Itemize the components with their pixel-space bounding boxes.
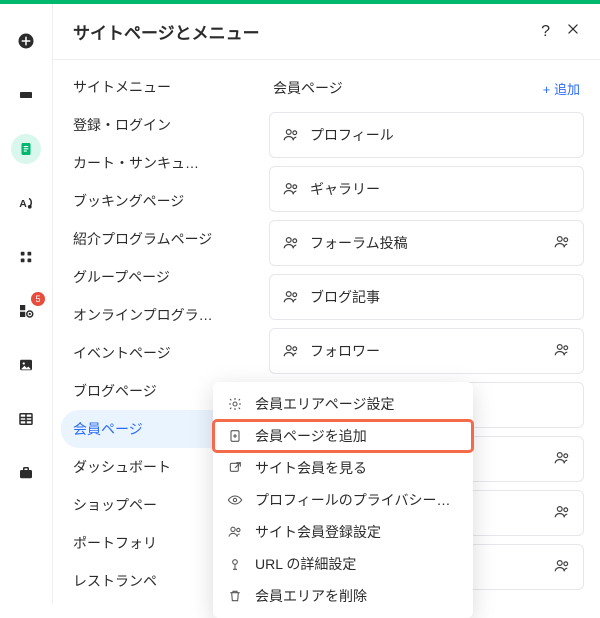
sidebar-item-label: ブログページ [73, 381, 157, 401]
ctx-item-label: 会員エリアページ設定 [255, 394, 394, 414]
table-icon [17, 410, 35, 428]
rail-pages-button[interactable] [11, 134, 41, 164]
page-card[interactable]: プロフィール [269, 112, 584, 158]
panel-header-actions: ? [541, 22, 580, 41]
sidebar-item-label: イベントページ [73, 343, 171, 363]
sidebar-item-event[interactable]: イベントページ [53, 334, 253, 372]
rail-settings-button[interactable]: 5 [11, 296, 41, 326]
app-root: A 5 サイトページとメニュー ? [0, 4, 600, 604]
plus-circle-icon [17, 32, 35, 50]
left-rail: A 5 [0, 4, 52, 604]
ctx-item-label: URL の詳細設定 [255, 554, 356, 574]
page-card[interactable]: フォーラム投稿 [269, 220, 584, 266]
ctx-item-gear[interactable]: 会員エリアページ設定 [213, 388, 473, 420]
puzzle-gear-icon [17, 302, 35, 320]
page-card-label: フォロワー [310, 341, 380, 361]
ctx-item-label: サイト会員を見る [255, 458, 367, 478]
sidebar-item-booking[interactable]: ブッキングページ [53, 182, 253, 220]
sidebar-item-cart-thankyou[interactable]: カート・サンキュ… [53, 144, 253, 182]
card-icon [17, 86, 35, 104]
ctx-item-page-add[interactable]: 会員ページを追加 [213, 420, 473, 452]
ctx-item-eye[interactable]: プロフィールのプライバシー… [213, 484, 473, 516]
ctx-item-link[interactable]: URL の詳細設定 [213, 548, 473, 580]
rail-card-button[interactable] [11, 80, 41, 110]
image-icon [17, 356, 35, 374]
content-title: 会員ページ [273, 78, 343, 98]
design-icon: A [17, 194, 35, 212]
page-card-label: ブログ記事 [310, 287, 380, 307]
ctx-item-label: 会員エリアを削除 [255, 586, 367, 606]
users-icon [282, 234, 300, 252]
svg-text:A: A [19, 198, 27, 210]
sidebar-item-label: 登録・ログイン [73, 115, 171, 135]
more-icon[interactable] [553, 503, 571, 521]
users-icon [282, 342, 300, 360]
page-icon [17, 140, 35, 158]
more-icon[interactable] [553, 557, 571, 575]
sidebar-item-label: カート・サンキュ… [73, 153, 199, 173]
panel-header: サイトページとメニュー ? [53, 4, 600, 60]
page-card[interactable]: ブログ記事 [269, 274, 584, 320]
eye-icon [227, 492, 243, 508]
sidebar-item-label: 会員ページ [73, 419, 143, 439]
more-icon[interactable] [553, 449, 571, 467]
external-icon [227, 460, 243, 476]
more-icon[interactable] [553, 341, 571, 359]
sidebar-item-label: ダッシュボート [73, 457, 171, 477]
sidebar-item-label: ショップペー [73, 495, 157, 515]
content-header: 会員ページ + 追加 [269, 74, 584, 112]
sidebar-item-group[interactable]: グループページ [53, 258, 253, 296]
users-icon [282, 180, 300, 198]
more-icon[interactable] [553, 233, 571, 251]
rail-design-button[interactable]: A [11, 188, 41, 218]
rail-table-button[interactable] [11, 404, 41, 434]
ctx-item-label: サイト会員登録設定 [255, 522, 381, 542]
sidebar-item-label: ポートフォリ [73, 533, 157, 553]
rail-settings-badge: 5 [31, 292, 45, 306]
rail-business-button[interactable] [11, 458, 41, 488]
sidebar-item-label: グループページ [73, 267, 170, 287]
rail-add-button[interactable] [11, 26, 41, 56]
ctx-item-trash[interactable]: 会員エリアを削除 [213, 580, 473, 612]
briefcase-icon [17, 464, 35, 482]
users-icon [227, 524, 243, 540]
close-button[interactable] [566, 22, 580, 41]
sidebar-item-signup-login[interactable]: 登録・ログイン [53, 106, 253, 144]
page-card-label: プロフィール [310, 125, 394, 145]
close-icon [566, 22, 580, 36]
grid-icon [17, 248, 35, 266]
ctx-item-external[interactable]: サイト会員を見る [213, 452, 473, 484]
page-card-label: ギャラリー [310, 179, 380, 199]
context-menu: 会員エリアページ設定会員ページを追加サイト会員を見るプロフィールのプライバシー…… [213, 382, 473, 618]
sidebar-item-label: オンラインプログラ… [73, 305, 213, 325]
link-icon [227, 556, 243, 572]
help-button[interactable]: ? [541, 23, 550, 41]
sidebar-item-referral[interactable]: 紹介プログラムページ [53, 220, 253, 258]
users-icon [282, 288, 300, 306]
sidebar-item-label: レストランペ [73, 571, 157, 591]
page-add-icon [227, 428, 243, 444]
users-icon [282, 126, 300, 144]
add-page-link[interactable]: + 追加 [543, 79, 580, 98]
sidebar-item-site-menu[interactable]: サイトメニュー [53, 68, 253, 106]
ctx-item-label: 会員ページを追加 [255, 426, 367, 446]
rail-apps-button[interactable] [11, 242, 41, 272]
gear-icon [227, 396, 243, 412]
panel-title: サイトページとメニュー [73, 19, 260, 44]
trash-icon [227, 588, 243, 604]
sidebar-item-online-program[interactable]: オンラインプログラ… [53, 296, 253, 334]
sidebar-item-label: サイトメニュー [73, 77, 171, 97]
page-card[interactable]: フォロワー [269, 328, 584, 374]
page-card[interactable]: ギャラリー [269, 166, 584, 212]
rail-media-button[interactable] [11, 350, 41, 380]
ctx-item-label: プロフィールのプライバシー… [255, 490, 450, 510]
ctx-item-users[interactable]: サイト会員登録設定 [213, 516, 473, 548]
sidebar-item-label: ブッキングページ [73, 191, 184, 211]
page-card-label: フォーラム投稿 [310, 233, 408, 253]
sidebar-item-label: 紹介プログラムページ [73, 229, 212, 249]
pages-panel: サイトページとメニュー ? サイトメニュー 登録・ログイン カート・サンキュ… … [52, 4, 600, 604]
